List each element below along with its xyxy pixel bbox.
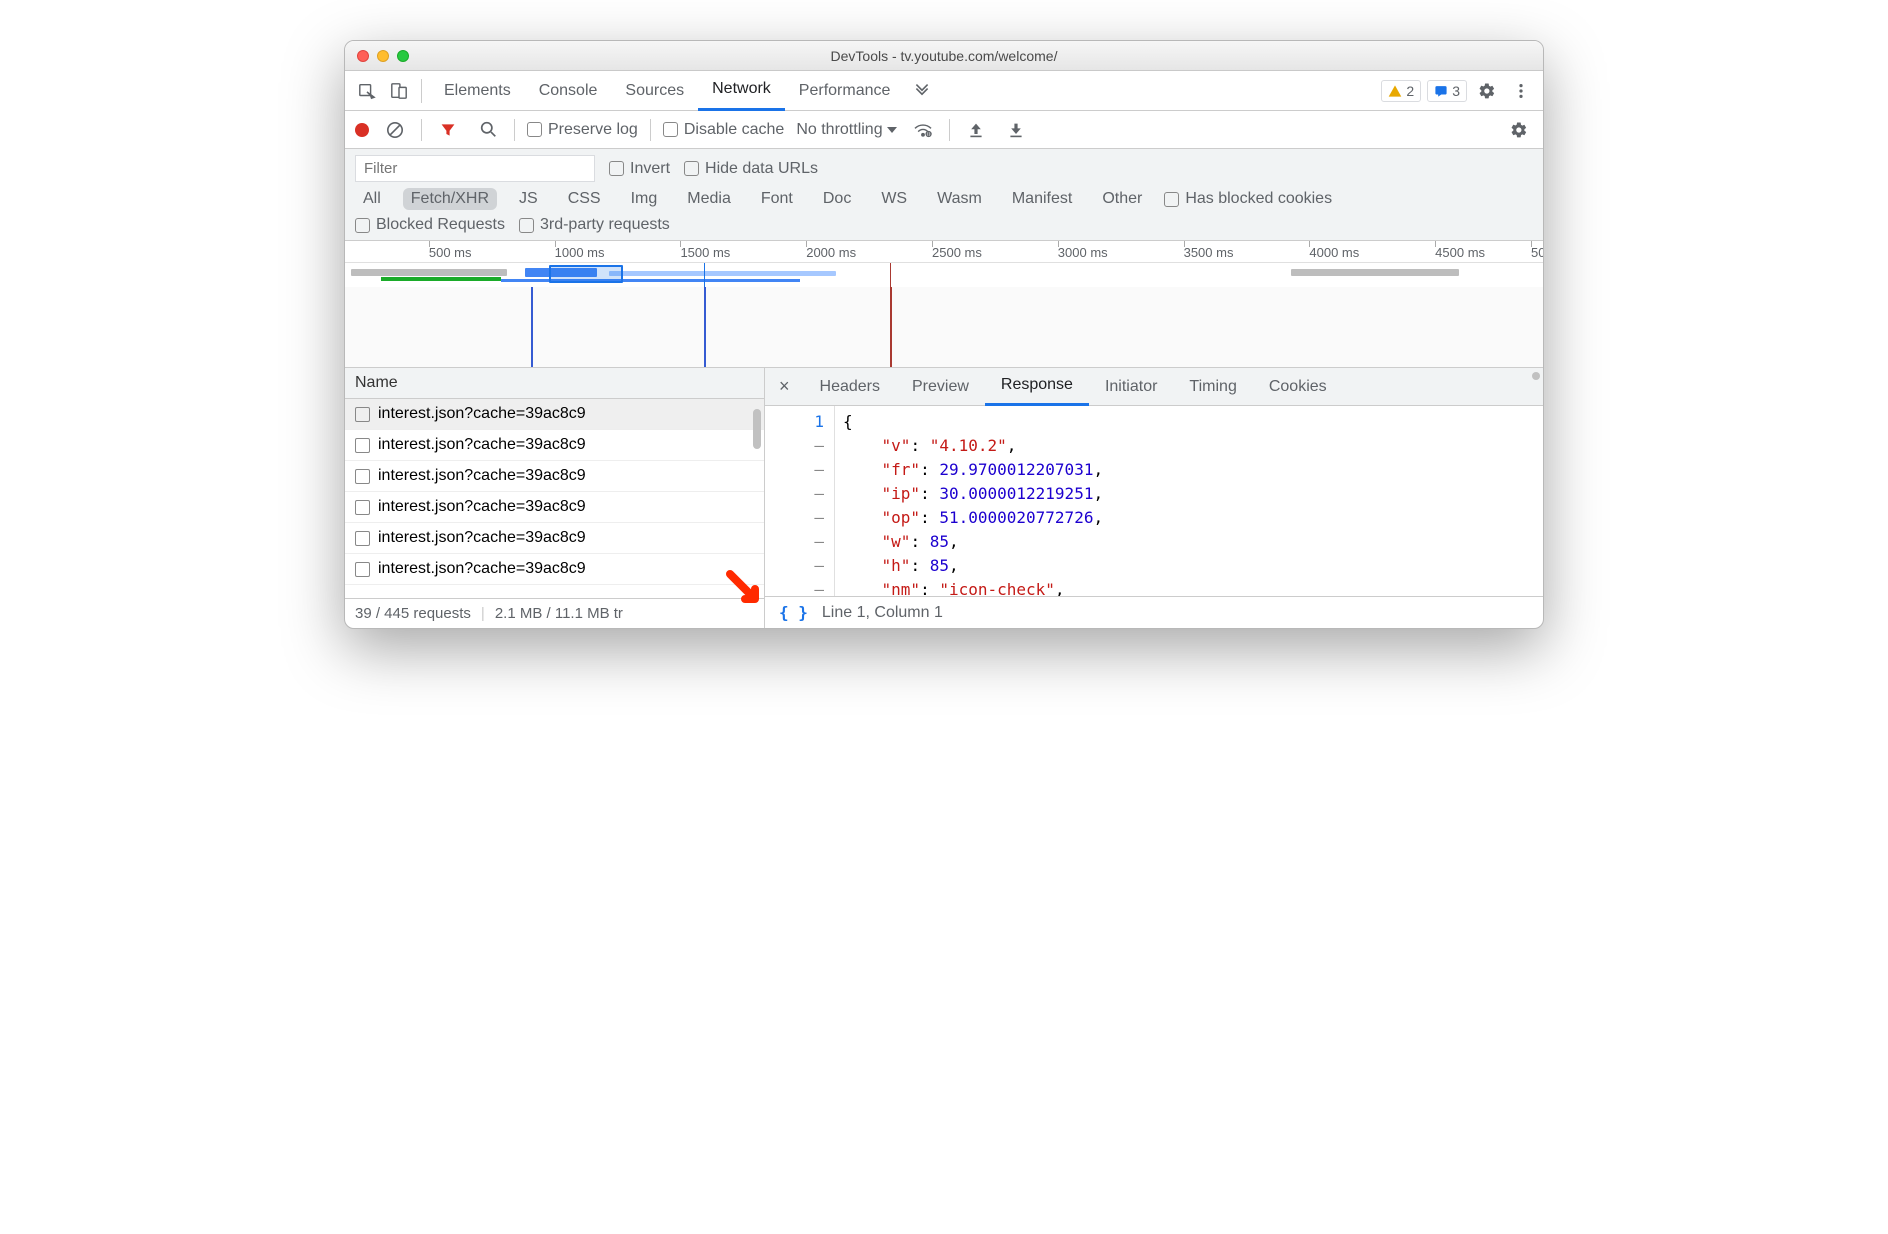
settings-icon[interactable] — [1473, 77, 1501, 105]
filter-type-other[interactable]: Other — [1094, 188, 1150, 210]
hide-data-urls-checkbox[interactable]: Hide data URLs — [684, 160, 818, 178]
filter-type-media[interactable]: Media — [679, 188, 739, 210]
messages-count: 3 — [1452, 83, 1460, 99]
response-code[interactable]: 1 –––– –––– { "v": "4.10.2", "fr": 29.97… — [765, 406, 1543, 596]
detail-tabs: × Headers Preview Response Initiator Tim… — [765, 368, 1543, 406]
tab-performance[interactable]: Performance — [785, 71, 905, 111]
blocked-requests-checkbox[interactable]: Blocked Requests — [355, 216, 505, 234]
filter-type-img[interactable]: Img — [623, 188, 666, 210]
tab-network[interactable]: Network — [698, 71, 785, 111]
window: DevTools - tv.youtube.com/welcome/ Eleme… — [344, 40, 1544, 629]
filter-type-ws[interactable]: WS — [873, 188, 915, 210]
tab-console[interactable]: Console — [525, 71, 612, 111]
has-blocked-cookies-checkbox[interactable]: Has blocked cookies — [1164, 190, 1332, 208]
cursor-position: Line 1, Column 1 — [822, 604, 943, 622]
file-icon — [355, 407, 370, 422]
inspect-icon[interactable] — [353, 77, 381, 105]
request-row[interactable]: interest.json?cache=39ac8c9 — [345, 523, 764, 554]
throttling-select[interactable]: No throttling — [796, 121, 896, 139]
detail-panel: × Headers Preview Response Initiator Tim… — [765, 368, 1543, 628]
record-button[interactable] — [355, 123, 369, 137]
filter-type-js[interactable]: JS — [511, 188, 546, 210]
filter-input[interactable] — [355, 155, 595, 182]
filter-type-font[interactable]: Font — [753, 188, 801, 210]
status-transfer: 2.1 MB / 11.1 MB tr — [495, 605, 623, 622]
tab-elements[interactable]: Elements — [430, 71, 525, 111]
filter-type-all[interactable]: All — [355, 188, 389, 210]
filter-type-manifest[interactable]: Manifest — [1004, 188, 1080, 210]
status-requests: 39 / 445 requests — [355, 605, 471, 622]
filter-type-fetchxhr[interactable]: Fetch/XHR — [403, 188, 497, 210]
invert-checkbox[interactable]: Invert — [609, 160, 670, 178]
file-icon — [355, 500, 370, 515]
preserve-log-checkbox[interactable]: Preserve log — [527, 121, 638, 139]
request-row[interactable]: interest.json?cache=39ac8c9 — [345, 461, 764, 492]
device-toggle-icon[interactable] — [385, 77, 413, 105]
warnings-count: 2 — [1406, 83, 1414, 99]
request-row[interactable]: interest.json?cache=39ac8c9 — [345, 554, 764, 585]
detail-tab-headers[interactable]: Headers — [804, 368, 896, 406]
request-row[interactable]: interest.json?cache=39ac8c9 — [345, 430, 764, 461]
window-title: DevTools - tv.youtube.com/welcome/ — [345, 48, 1543, 64]
requests-header: Name — [345, 368, 764, 399]
requests-status: 39 / 445 requests | 2.1 MB / 11.1 MB tr — [345, 598, 764, 628]
filter-type-doc[interactable]: Doc — [815, 188, 859, 210]
more-tabs-icon[interactable] — [908, 77, 936, 105]
requests-panel: Name interest.json?cache=39ac8c9 interes… — [345, 368, 765, 628]
detail-tab-initiator[interactable]: Initiator — [1089, 368, 1173, 406]
upload-har-icon[interactable] — [962, 116, 990, 144]
network-conditions-icon[interactable] — [909, 116, 937, 144]
warnings-badge[interactable]: 2 — [1381, 80, 1421, 102]
file-icon — [355, 438, 370, 453]
third-party-checkbox[interactable]: 3rd-party requests — [519, 216, 670, 234]
panel-tabs: Elements Console Sources Network Perform… — [430, 71, 904, 111]
clear-button[interactable] — [381, 116, 409, 144]
disable-cache-checkbox[interactable]: Disable cache — [663, 121, 785, 139]
detail-tab-cookies[interactable]: Cookies — [1253, 368, 1343, 406]
file-icon — [355, 531, 370, 546]
download-har-icon[interactable] — [1002, 116, 1030, 144]
request-row[interactable]: interest.json?cache=39ac8c9 — [345, 492, 764, 523]
bottom-split: Name interest.json?cache=39ac8c9 interes… — [345, 368, 1543, 628]
kebab-menu-icon[interactable] — [1507, 77, 1535, 105]
filter-type-wasm[interactable]: Wasm — [929, 188, 990, 210]
network-toolbar: Preserve log Disable cache No throttling — [345, 111, 1543, 149]
network-settings-icon[interactable] — [1505, 116, 1533, 144]
detail-tab-timing[interactable]: Timing — [1173, 368, 1252, 406]
tab-sources[interactable]: Sources — [611, 71, 698, 111]
titlebar: DevTools - tv.youtube.com/welcome/ — [345, 41, 1543, 71]
messages-badge[interactable]: 3 — [1427, 80, 1467, 102]
detail-status: { } Line 1, Column 1 — [765, 596, 1543, 628]
filter-type-css[interactable]: CSS — [560, 188, 609, 210]
detail-tab-preview[interactable]: Preview — [896, 368, 985, 406]
detail-tab-response[interactable]: Response — [985, 368, 1089, 406]
timeline-overview[interactable]: 500 ms 1000 ms 1500 ms 2000 ms 2500 ms 3… — [345, 241, 1543, 368]
line-gutter: 1 –––– –––– — [765, 406, 835, 596]
pretty-print-button[interactable]: { } — [779, 603, 808, 622]
file-icon — [355, 469, 370, 484]
panel-tabbar: Elements Console Sources Network Perform… — [345, 71, 1543, 111]
filter-bar: Invert Hide data URLs All Fetch/XHR JS C… — [345, 149, 1543, 241]
close-icon[interactable]: × — [765, 376, 804, 397]
filter-icon[interactable] — [434, 116, 462, 144]
request-row[interactable]: interest.json?cache=39ac8c9 — [345, 399, 764, 430]
file-icon — [355, 562, 370, 577]
requests-list[interactable]: interest.json?cache=39ac8c9 interest.jso… — [345, 399, 764, 598]
search-icon[interactable] — [474, 116, 502, 144]
